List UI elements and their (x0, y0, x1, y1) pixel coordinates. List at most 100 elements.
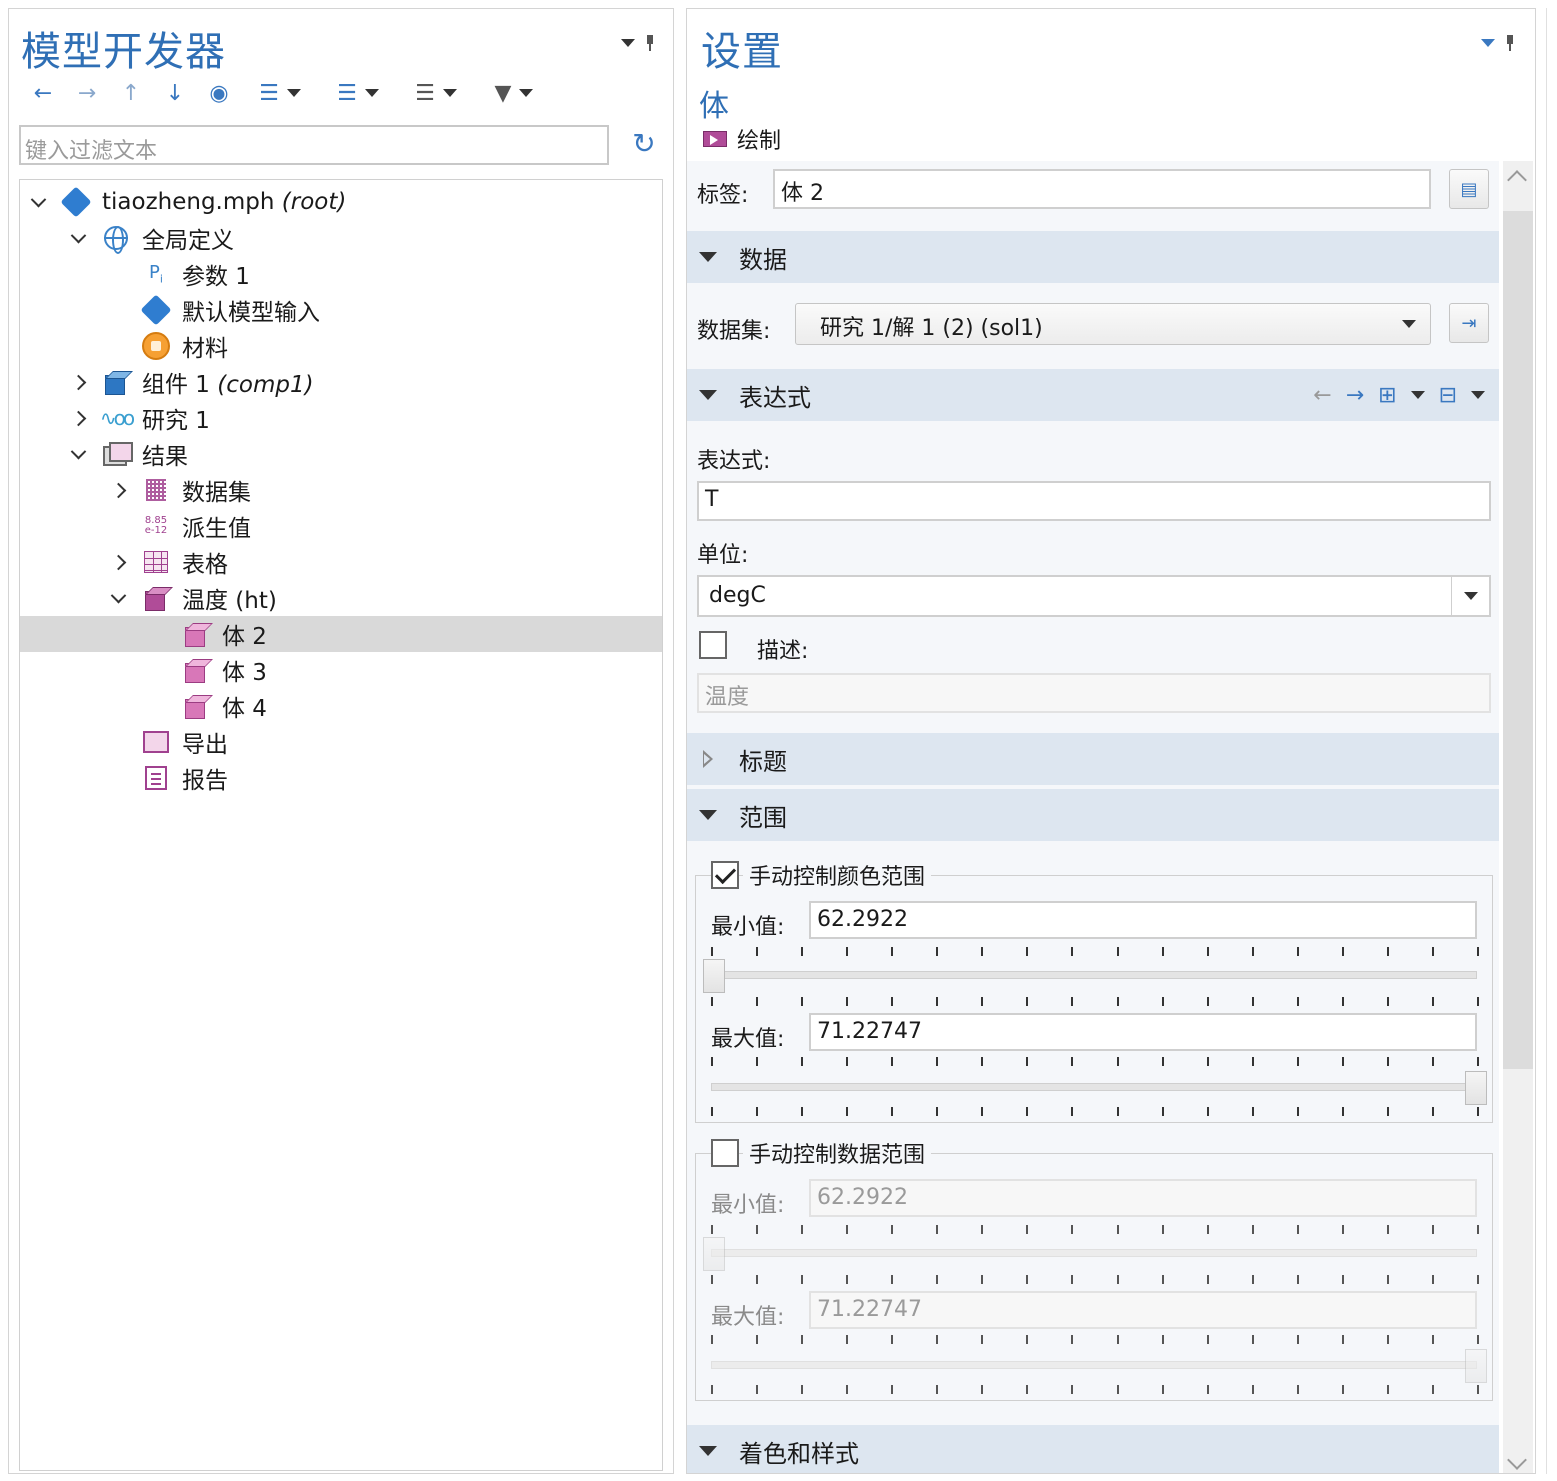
export-icon (142, 728, 170, 756)
tree-item[interactable]: 材料 (20, 328, 662, 364)
tree-item[interactable]: 表格 (20, 544, 662, 580)
data-min-slider-track[interactable] (711, 1249, 1477, 1257)
color-max-slider-thumb[interactable] (1465, 1071, 1487, 1105)
color-max-slider-track[interactable] (711, 1083, 1477, 1091)
tree-item-label: 体 2 (222, 624, 267, 650)
results-icon (102, 440, 133, 468)
manual-color-range-checkbox[interactable] (711, 861, 739, 889)
tree-item[interactable]: 组件 1 (comp1) (20, 364, 662, 400)
section-range-title: 范围 (739, 803, 787, 832)
filter-input[interactable]: 键入过滤文本 (19, 125, 609, 165)
tree-item[interactable]: tiaozheng.mph (root) (20, 184, 662, 220)
color-max-ticks-top (711, 1057, 1479, 1067)
section-range-header[interactable]: 范围 (687, 789, 1499, 841)
scrollbar-thumb[interactable] (1503, 211, 1533, 1069)
tree-item[interactable]: 报告 (20, 760, 662, 796)
plot-button[interactable]: 绘制 (703, 123, 781, 155)
tree-item[interactable]: 结果 (20, 436, 662, 472)
unit-dropdown-button[interactable] (1451, 577, 1489, 615)
scroll-down-icon[interactable] (1507, 1450, 1527, 1470)
label-field-label: 标签: (697, 183, 749, 208)
tree-item[interactable]: 体 2 (20, 616, 662, 652)
settings-panel: 设置 体 绘制 标签: 体 2 ▤ 数据 数据集: 研究 1/解 1 (2) (… (686, 8, 1536, 1474)
arrow-right-icon[interactable]: → (65, 79, 109, 107)
tree-item[interactable]: 8.85 e-12 派生值 (20, 508, 662, 544)
eye-icon[interactable]: ◉ (197, 79, 241, 107)
chevron-down-icon[interactable] (68, 228, 88, 248)
chevron-down-icon[interactable] (28, 192, 48, 212)
color-min-input[interactable]: 62.2922 (809, 901, 1477, 939)
chevron-down-icon[interactable] (68, 444, 88, 464)
arrow-down-icon[interactable]: ↓ (153, 79, 197, 107)
insert-expression-icon[interactable]: ⊟ (1439, 383, 1457, 408)
section-coloring-header[interactable]: 着色和样式 (687, 1425, 1499, 1473)
color-min-slider-thumb[interactable] (703, 959, 725, 993)
tree-item-label: 结果 (142, 444, 188, 470)
unit-select[interactable]: degC (697, 575, 1491, 617)
refresh-icon[interactable]: ↻ (629, 129, 659, 159)
tree-item[interactable]: ∿oo 研究 1 (20, 400, 662, 436)
dataset-label: 数据集: (697, 319, 771, 344)
arrow-left-icon[interactable]: ← (21, 79, 65, 107)
expression-input[interactable]: T (697, 481, 1491, 521)
scroll-up-icon[interactable] (1507, 170, 1527, 190)
model-builder-window-tools (621, 35, 655, 51)
tree-item-label: 研究 1 (142, 408, 210, 434)
list-view-icon[interactable]: ☰ (397, 79, 475, 107)
chevron-right-icon[interactable] (108, 480, 128, 500)
data-max-slider-thumb[interactable] (1465, 1349, 1487, 1383)
collapse-triangle-icon (699, 390, 717, 400)
pin-icon[interactable] (645, 35, 655, 51)
chevron-right-icon[interactable] (108, 552, 128, 572)
tree-item-label: 体 3 (222, 660, 267, 686)
description-checkbox[interactable] (699, 631, 727, 659)
tree-item[interactable]: 数据集 (20, 472, 662, 508)
dataset-select[interactable]: 研究 1/解 1 (2) (sol1) (795, 303, 1431, 345)
tree-item[interactable]: 体 4 (20, 688, 662, 724)
tree-item[interactable]: 温度 (ht) (20, 580, 662, 616)
label-input[interactable]: 体 2 (773, 169, 1431, 209)
data-min-input[interactable]: 62.2922 (809, 1179, 1477, 1217)
chevron-down-icon[interactable] (108, 588, 128, 608)
color-min-slider-track[interactable] (711, 971, 1477, 979)
data-max-label: 最大值: (711, 1305, 785, 1330)
show-node-label-button[interactable]: ▤ (1449, 169, 1489, 209)
section-data-header[interactable]: 数据 (687, 231, 1499, 283)
tree-item[interactable]: 默认模型输入 (20, 292, 662, 328)
section-title-header[interactable]: 标题 (687, 733, 1499, 785)
pin-icon[interactable] (1505, 35, 1515, 51)
tree-item[interactable]: Pi 参数 1 (20, 256, 662, 292)
data-max-input[interactable]: 71.22747 (809, 1291, 1477, 1329)
filter-icon[interactable]: ▼ (475, 79, 553, 107)
manual-data-range-checkbox[interactable] (711, 1139, 739, 1167)
settings-scrollbar[interactable] (1503, 161, 1533, 1473)
tree-item[interactable]: 全局定义 (20, 220, 662, 256)
chevron-down-icon[interactable] (1410, 391, 1425, 399)
chevron-right-icon[interactable] (68, 408, 88, 428)
color-max-input[interactable]: 71.22747 (809, 1013, 1477, 1051)
panel-menu-dropdown-icon[interactable] (621, 39, 635, 47)
data-min-slider-thumb[interactable] (703, 1237, 725, 1271)
description-input[interactable]: 温度 (697, 673, 1491, 713)
tree-item-label: 导出 (182, 732, 228, 758)
panel-menu-dropdown-icon[interactable] (1481, 39, 1495, 47)
chevron-down-icon[interactable] (1471, 391, 1485, 399)
tree-item-label: 数据集 (182, 480, 251, 506)
tree-item[interactable]: 导出 (20, 724, 662, 760)
volume-plot-icon (182, 620, 210, 648)
chevron-right-icon[interactable] (68, 372, 88, 392)
materials-icon (142, 332, 170, 360)
section-expression-header[interactable]: 表达式 ← → ⊞ ⊟ (687, 369, 1499, 421)
arrow-up-icon[interactable]: ↑ (109, 79, 153, 107)
replace-expression-icon[interactable]: ⊞ (1378, 383, 1396, 408)
collapse-sections-icon[interactable]: ☰ (319, 79, 397, 107)
expand-sections-icon[interactable]: ☰ (241, 79, 319, 107)
data-min-ticks-top (711, 1225, 1479, 1235)
go-to-source-button[interactable]: ⇥ (1449, 303, 1489, 343)
tree-item[interactable]: 体 3 (20, 652, 662, 688)
tree-item-label: 组件 1 (comp1) (142, 372, 314, 398)
arrow-left-icon[interactable]: ← (1313, 383, 1331, 408)
manual-color-range-label: 手动控制颜色范围 (743, 859, 932, 891)
data-max-slider-track[interactable] (711, 1361, 1477, 1369)
arrow-right-icon[interactable]: → (1346, 383, 1364, 408)
